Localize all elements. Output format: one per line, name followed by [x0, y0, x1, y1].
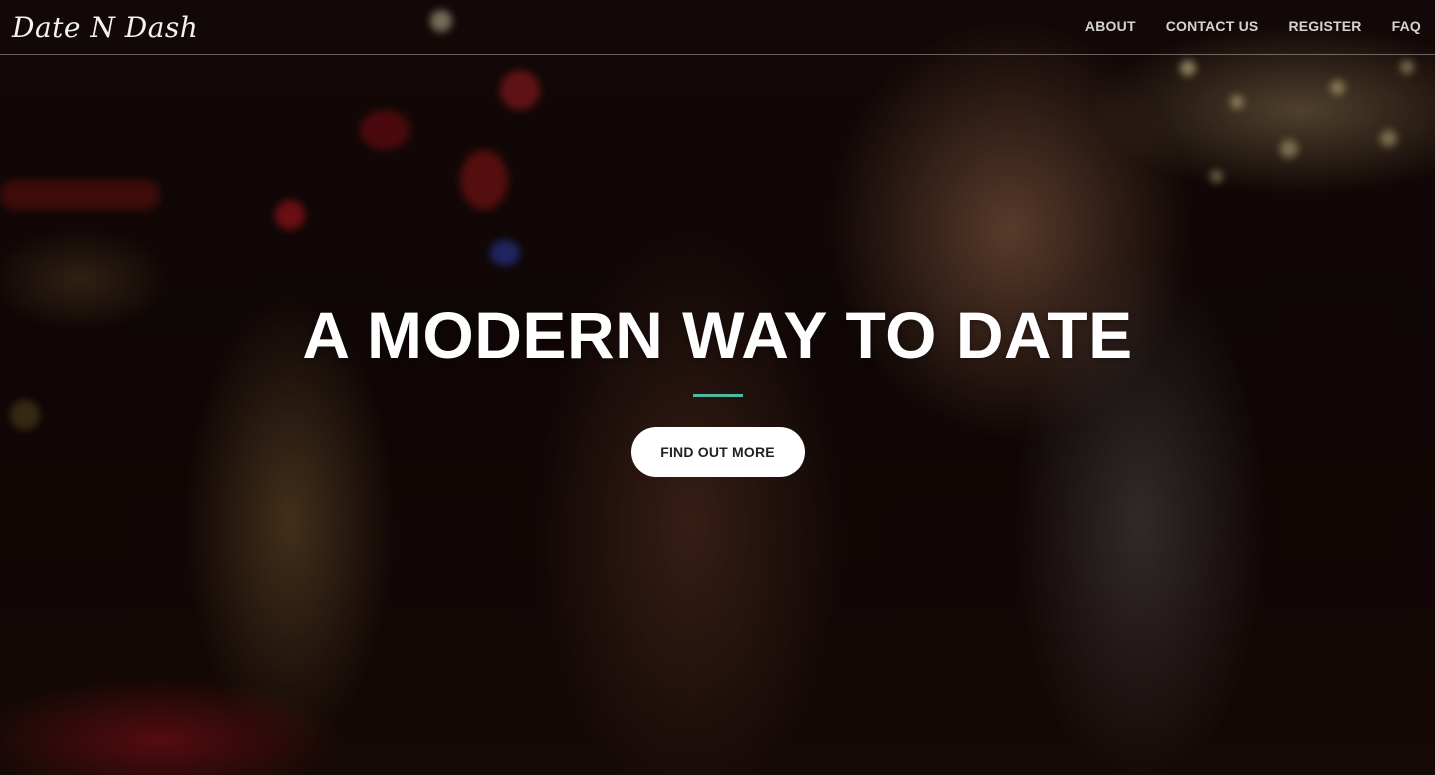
top-navbar: Date N Dash ABOUT CONTACT US REGISTER FA… — [0, 0, 1435, 55]
brand-logo-link[interactable]: Date N Dash — [12, 11, 198, 44]
find-out-more-button[interactable]: FIND OUT MORE — [630, 427, 805, 477]
nav-item-register: REGISTER — [1288, 18, 1361, 36]
nav-link-contact-us[interactable]: CONTACT US — [1166, 18, 1259, 34]
hero-title: A MODERN WAY TO DATE — [302, 298, 1133, 372]
nav-item-faq: FAQ — [1392, 18, 1421, 36]
nav-item-contact: CONTACT US — [1166, 18, 1259, 36]
nav-link-register[interactable]: REGISTER — [1288, 18, 1361, 34]
nav-item-about: ABOUT — [1085, 18, 1136, 36]
nav-link-faq[interactable]: FAQ — [1392, 18, 1421, 34]
nav-links: ABOUT CONTACT US REGISTER FAQ — [1085, 18, 1421, 36]
hero-content: A MODERN WAY TO DATE FIND OUT MORE — [0, 290, 1435, 477]
hero-divider — [692, 394, 743, 397]
nav-link-about[interactable]: ABOUT — [1085, 18, 1136, 34]
